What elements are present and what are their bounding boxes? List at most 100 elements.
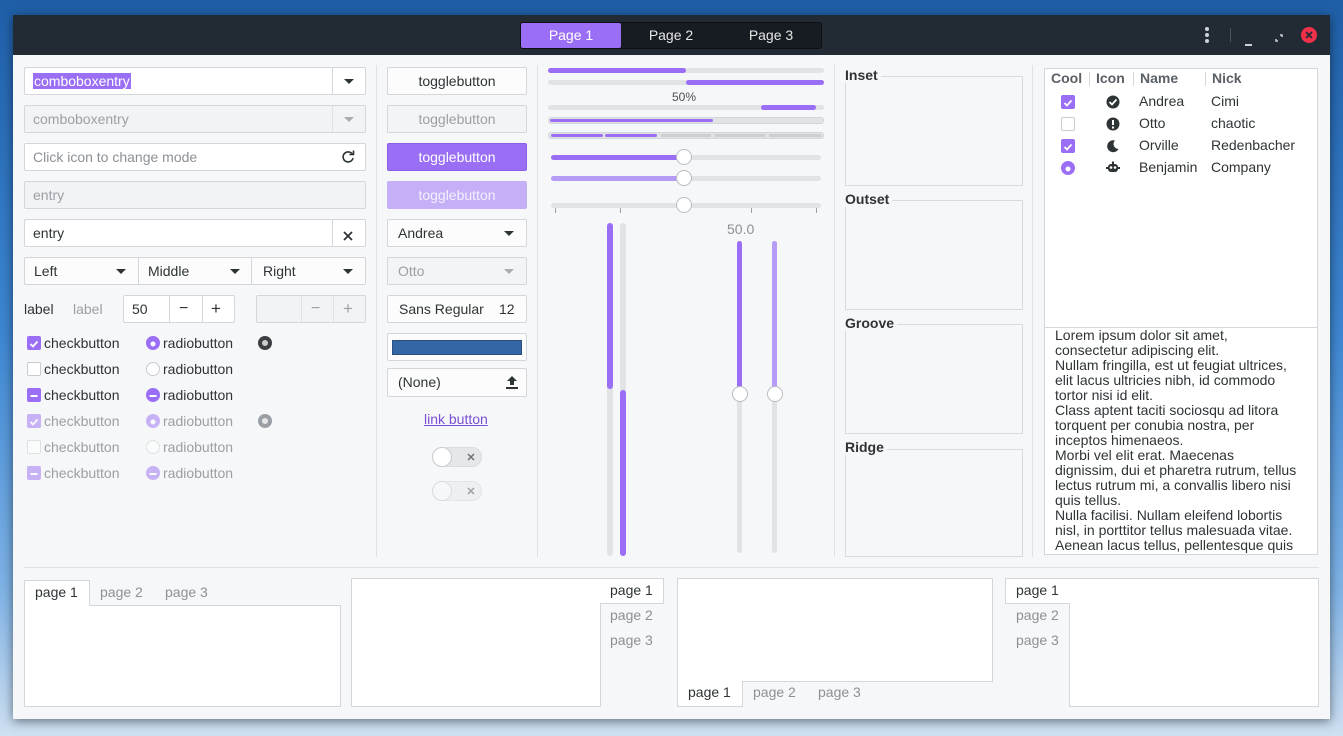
tree-row-cool-radio[interactable] <box>1061 161 1075 175</box>
color-button[interactable] <box>387 333 527 361</box>
column-separator <box>834 65 835 557</box>
chevron-down-icon <box>343 269 353 274</box>
hscale-3-knob[interactable] <box>676 197 692 213</box>
radiobutton-label[interactable]: radiobutton <box>163 335 233 351</box>
frame-ridge-label: Ridge <box>845 439 887 455</box>
frame-groove <box>845 324 1023 434</box>
stack-tab-page-2[interactable]: Page 2 <box>621 23 721 48</box>
check-circle-icon <box>1106 95 1120 112</box>
spin-minus-button[interactable]: − <box>179 300 188 318</box>
vprogress-2-fill <box>620 390 626 556</box>
combo-right-label: Right <box>263 263 296 279</box>
column-header-icon[interactable]: Icon <box>1096 70 1125 86</box>
radiobutton-mixed[interactable] <box>146 388 160 402</box>
tree-row-cool-check[interactable] <box>1061 139 1075 153</box>
tree-row-cool-check[interactable] <box>1061 117 1075 131</box>
stack-tab-page-3[interactable]: Page 3 <box>721 23 821 48</box>
notebook-top-tab-page-3[interactable]: page 3 <box>165 584 208 600</box>
tree-row-name: Orville <box>1139 137 1179 153</box>
label-normal: label <box>24 301 54 317</box>
checkbutton-unchecked[interactable] <box>27 362 41 376</box>
treeview[interactable] <box>1044 68 1318 348</box>
chevron-down-icon[interactable] <box>344 79 354 84</box>
hscale-1-knob[interactable] <box>676 149 692 165</box>
text-line: inceptos himenaeos. <box>1055 432 1184 448</box>
togglebutton-normal[interactable]: togglebutton <box>387 67 527 95</box>
checkbutton-unchecked-disabled <box>27 440 41 454</box>
tree-row-cool-check[interactable] <box>1061 95 1075 109</box>
notebook-bottom-tab-page-1[interactable]: page 1 <box>688 684 731 700</box>
column-header-nick[interactable]: Nick <box>1212 70 1242 86</box>
combo-name-disabled-label: Otto <box>398 263 425 279</box>
progressbar-3-fill <box>761 105 816 110</box>
checkbutton-mixed[interactable] <box>27 388 41 402</box>
spin-plus-button[interactable]: + <box>211 299 221 319</box>
comboboxentry-2-text: comboboxentry <box>33 111 129 127</box>
notebook-right <box>351 578 601 707</box>
notebook-left-tab-page-1[interactable]: page 1 <box>1016 582 1059 598</box>
segment <box>769 134 821 137</box>
vscale-1-knob[interactable] <box>732 386 748 402</box>
notebook-top-tab-page-1[interactable]: page 1 <box>35 584 78 600</box>
entry-clearable-text: entry <box>33 225 65 241</box>
text-line: elit lacus ultricies nibh, id commodo <box>1055 372 1276 388</box>
column-separator <box>376 65 377 557</box>
notebook-top <box>24 605 341 707</box>
spinner-icon <box>258 336 272 350</box>
frame-ridge <box>845 449 1023 557</box>
text-line: Lorem ipsum dolor sit amet, <box>1055 327 1228 343</box>
checkbutton-checked[interactable] <box>27 336 41 350</box>
notebook-left-tab-page-3[interactable]: page 3 <box>1016 632 1059 648</box>
radiobutton-label[interactable]: radiobutton <box>163 361 233 377</box>
checkbutton-label[interactable]: checkbutton <box>44 387 120 403</box>
stack-switcher: Page 1 Page 2 Page 3 <box>520 22 822 49</box>
text-line: lectus rutrum mi, a convallis libero nis… <box>1055 477 1291 493</box>
checkbutton-label: checkbutton <box>44 439 120 455</box>
progressbar-3 <box>548 105 824 110</box>
column-header-name[interactable]: Name <box>1140 70 1178 86</box>
column-header-cool[interactable]: Cool <box>1051 70 1082 86</box>
frame-inset-label: Inset <box>845 67 881 83</box>
radiobutton-unchecked-disabled <box>146 440 160 454</box>
notebook-bottom-tab-page-2[interactable]: page 2 <box>753 684 796 700</box>
notebook-bottom-tab-page-3[interactable]: page 3 <box>818 684 861 700</box>
progressbar-2 <box>548 80 824 85</box>
togglebutton-active[interactable]: togglebutton <box>387 143 527 171</box>
entry-clearable[interactable]: entry <box>24 219 366 247</box>
radiobutton-unchecked[interactable] <box>146 362 160 376</box>
stack-tab-page-1[interactable]: Page 1 <box>521 23 621 48</box>
notebook-right-tab-page-1[interactable]: page 1 <box>610 582 653 598</box>
restore-icon[interactable] <box>1274 30 1284 46</box>
vscale-2-knob <box>767 386 783 402</box>
comboboxentry-1[interactable]: comboboxentry <box>24 67 366 95</box>
radiobutton-label[interactable]: radiobutton <box>163 387 233 403</box>
text-line: quis tellus. <box>1055 492 1122 508</box>
notebook-top-tab-page-2[interactable]: page 2 <box>100 584 143 600</box>
textview[interactable]: Lorem ipsum dolor sit amet, consectetur … <box>1044 327 1318 555</box>
checkbutton-label[interactable]: checkbutton <box>44 335 120 351</box>
text-line: Class aptent taciti sociosqu ad litora <box>1055 402 1279 418</box>
radiobutton-checked-disabled <box>146 414 160 428</box>
checkbutton-label[interactable]: checkbutton <box>44 361 120 377</box>
combo-divider <box>332 68 333 94</box>
clear-icon[interactable] <box>343 228 353 244</box>
font-button[interactable]: Sans Regular 12 <box>387 295 527 323</box>
link-button[interactable]: link button <box>424 411 488 427</box>
minimize-icon[interactable] <box>1244 34 1254 50</box>
notebook-right-tab-page-2[interactable]: page 2 <box>610 607 653 623</box>
hscale-2-knob <box>676 170 692 186</box>
text-line: Nulla facilisi. Nullam eleifend lobortis <box>1055 507 1283 523</box>
notebook-right-tab-page-3[interactable]: page 3 <box>610 632 653 648</box>
mode-entry[interactable]: Click icon to change mode <box>24 143 366 171</box>
close-icon[interactable] <box>1301 27 1317 43</box>
switch-knob <box>432 447 452 467</box>
font-name: Sans Regular <box>399 301 484 317</box>
segment <box>605 134 657 137</box>
horizontal-separator <box>24 567 1319 568</box>
refresh-icon[interactable] <box>341 150 355 167</box>
radiobutton-checked[interactable] <box>146 336 160 350</box>
switch-off[interactable] <box>432 447 482 467</box>
kebab-menu-icon[interactable] <box>1203 26 1211 47</box>
column-divider <box>1089 72 1090 86</box>
notebook-left-tab-page-2[interactable]: page 2 <box>1016 607 1059 623</box>
